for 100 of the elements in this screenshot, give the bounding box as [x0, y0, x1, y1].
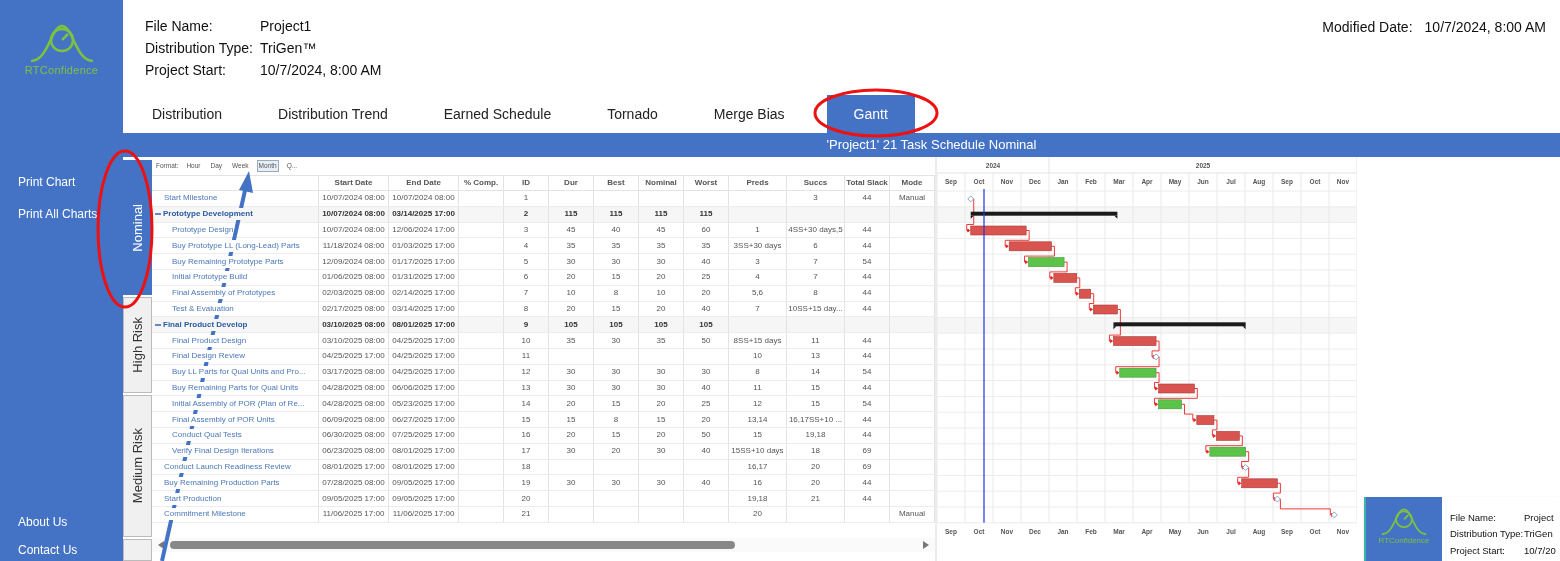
tab[interactable]: Merge Bias: [699, 95, 799, 133]
table-cell: 30: [611, 334, 621, 347]
table-cell: 15SS+10 days: [731, 445, 784, 458]
table-cell: 08/01/2025 17:00: [392, 460, 455, 473]
table-cell: 4SS+30 days,5: [788, 224, 843, 236]
scroll-right-icon[interactable]: [921, 539, 931, 550]
table-cell: 50: [701, 429, 711, 442]
milestone-icon: [1152, 353, 1160, 361]
horizontal-scrollbar-thumb[interactable]: [170, 540, 735, 549]
table-cell: 40: [611, 224, 621, 236]
table-cell: 11/18/2024 08:00: [322, 239, 385, 252]
logo-icon: [1379, 505, 1429, 535]
sidebar-link[interactable]: About Us: [18, 513, 123, 531]
table-cell: 15: [611, 271, 621, 284]
table-cell: 06/09/2025 08:00: [322, 413, 385, 426]
tab[interactable]: Tornado: [593, 95, 672, 133]
table-cell: 35: [656, 334, 666, 347]
table-cell: 10SS+15 day...: [788, 302, 843, 315]
table-cell: 06/23/2025 08:00: [322, 445, 385, 458]
column-header: Dur: [549, 176, 594, 190]
milestone-icon: [967, 195, 975, 203]
side-tab[interactable]: Nominal: [123, 160, 152, 295]
table-cell: 8: [813, 287, 818, 300]
table-cell: 11: [811, 334, 820, 347]
table-cell: 44: [862, 334, 872, 347]
tab[interactable]: Distribution: [138, 95, 237, 133]
task-name: Buy Remaining Parts for Qual Units: [172, 381, 299, 394]
tab[interactable]: Gantt: [826, 95, 915, 133]
table-cell: 44: [862, 381, 872, 394]
table-cell: 44: [862, 350, 872, 363]
table-cell: 16,17: [747, 460, 768, 473]
table-cell: 12: [521, 366, 531, 379]
table-cell: 12: [753, 397, 762, 410]
table-cell: 50: [701, 334, 711, 347]
collapse-icon[interactable]: [155, 211, 161, 218]
table-cell: 35: [611, 239, 621, 252]
table-cell: 04/25/2025 17:00: [392, 334, 455, 347]
table-cell: 15: [611, 397, 621, 410]
table-cell: 7: [523, 287, 529, 300]
tab[interactable]: Earned Schedule: [429, 95, 566, 133]
table-cell: 105: [609, 318, 623, 331]
sidebar-link[interactable]: Print Chart: [18, 173, 123, 191]
table-cell: 02/14/2025 17:00: [392, 287, 455, 300]
task-name: Final Product Design: [172, 334, 247, 347]
table-cell: 01/31/2025 17:00: [392, 271, 455, 284]
table-cell: 30: [656, 366, 666, 379]
table-cell: 11/06/2025 17:00: [322, 508, 385, 521]
table-cell: 115: [609, 208, 623, 221]
column-header: Succs: [787, 176, 845, 190]
side-tab[interactable]: Medium Risk: [123, 395, 152, 537]
task-name: Final Design Review: [172, 350, 245, 363]
tab[interactable]: Distribution Trend: [264, 95, 402, 133]
table-cell: 16: [753, 476, 762, 489]
table-cell: 8: [613, 287, 619, 300]
table-cell: 35: [566, 239, 576, 252]
table-cell: 3: [813, 192, 818, 205]
table-cell: 105: [564, 318, 578, 331]
table-cell: 3: [523, 224, 529, 236]
sidebar-link[interactable]: Contact Us: [18, 541, 123, 559]
table-cell: Manual: [898, 192, 926, 205]
task-name: Initial Assembly of POR (Plan of Re...: [172, 397, 305, 410]
table-cell: 54: [862, 366, 872, 379]
table-cell: 15: [811, 381, 820, 394]
table-cell: 03/17/2025 08:00: [322, 366, 385, 379]
table-cell: 17: [521, 445, 531, 458]
table-cell: 35: [566, 334, 576, 347]
table-cell: 20: [566, 302, 576, 315]
table-cell: 44: [862, 302, 872, 315]
column-header: Worst: [684, 176, 729, 190]
logo-text: RTConfidence: [24, 63, 99, 79]
field-label: Project Start:: [145, 61, 227, 79]
task-name: Prototype Development: [163, 208, 253, 221]
table-cell: 03/14/2025 17:00: [392, 302, 455, 315]
table-cell: 04/28/2025 08:00: [322, 397, 385, 410]
task-name: Prototype Design: [172, 224, 234, 236]
table-cell: 19: [521, 476, 531, 489]
table-cell: 21: [521, 508, 531, 521]
table-cell: 35: [701, 239, 711, 252]
table-cell: 11/06/2025 17:00: [392, 508, 455, 521]
table-cell: 07/28/2025 08:00: [322, 476, 385, 489]
table-cell: 69: [862, 460, 872, 473]
table-cell: 06/30/2025 08:00: [322, 429, 385, 442]
side-tab[interactable]: High Risk: [123, 297, 152, 393]
field-label: Distribution Type:: [145, 39, 254, 57]
table-cell: 35: [656, 239, 666, 252]
scroll-left-icon[interactable]: [156, 539, 166, 550]
table-cell: 44: [862, 239, 872, 252]
table-cell: 8SS+15 days: [733, 334, 782, 347]
table-cell: 15: [566, 413, 576, 426]
table-cell: 08/01/2025 17:00: [392, 445, 455, 458]
table-cell: 06/06/2025 17:00: [392, 381, 455, 394]
table-cell: 09/05/2025 17:00: [322, 492, 385, 505]
table-cell: 15: [753, 429, 762, 442]
table-cell: 04/25/2025 17:00: [392, 366, 455, 379]
table-cell: 20: [521, 492, 531, 505]
table-cell: 03/14/2025 17:00: [392, 208, 455, 221]
table-cell: 20: [811, 476, 820, 489]
field-value: 10/7/2024, 8:00 AM: [1424, 18, 1546, 37]
sidebar-link[interactable]: Print All Charts: [18, 205, 123, 223]
collapse-icon[interactable]: [155, 321, 161, 328]
